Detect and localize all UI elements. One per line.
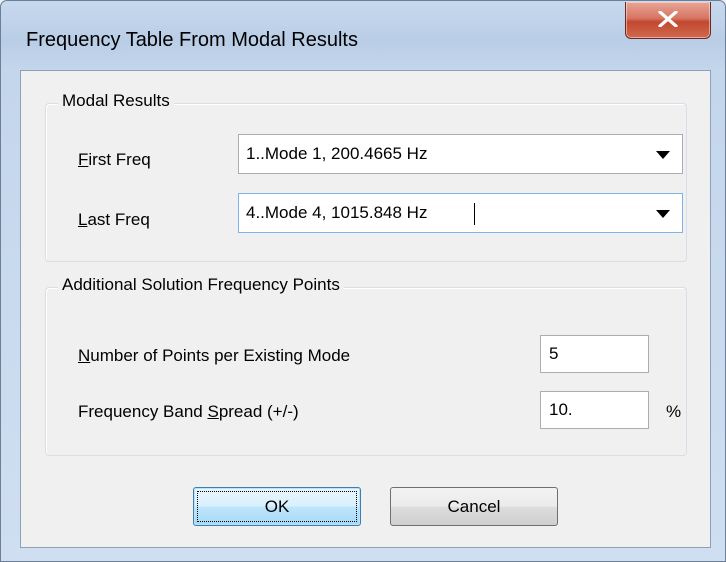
cancel-button[interactable]: Cancel: [390, 487, 558, 526]
focus-rectangle: [197, 491, 357, 522]
first-freq-select[interactable]: 1..Mode 1, 200.4665 Hz: [238, 134, 683, 174]
dialog-window: Frequency Table From Modal Results Modal…: [0, 0, 726, 562]
chevron-down-icon: [656, 151, 670, 159]
points-per-mode-value: 5: [549, 344, 559, 363]
close-icon: [658, 11, 678, 27]
modal-results-group: [45, 103, 687, 262]
last-freq-label: Last Freq: [78, 210, 150, 229]
modal-results-legend: Modal Results: [58, 91, 174, 111]
dialog-client-area: Modal Results First Freq 1..Mode 1, 200.…: [20, 70, 711, 548]
first-freq-value: 1..Mode 1, 200.4665 Hz: [246, 144, 428, 163]
cancel-button-label: Cancel: [447, 497, 501, 516]
points-per-mode-input[interactable]: 5: [540, 335, 649, 373]
close-button[interactable]: [625, 2, 711, 39]
band-spread-unit: %: [666, 402, 682, 421]
chevron-down-icon: [656, 210, 670, 218]
ok-button[interactable]: OK: [193, 487, 361, 526]
points-per-mode-label: Number of Points per Existing Mode: [78, 346, 351, 365]
last-freq-select[interactable]: 4..Mode 4, 1015.848 Hz: [238, 193, 683, 233]
band-spread-input[interactable]: 10.: [540, 391, 649, 429]
additional-points-legend: Additional Solution Frequency Points: [58, 275, 344, 295]
last-freq-value: 4..Mode 4, 1015.848 Hz: [246, 203, 428, 222]
first-freq-label: First Freq: [78, 150, 151, 169]
band-spread-label: Frequency Band Spread (+/-): [78, 402, 299, 421]
window-title: Frequency Table From Modal Results: [26, 29, 358, 51]
band-spread-value: 10.: [549, 400, 573, 419]
text-cursor: [474, 203, 475, 225]
